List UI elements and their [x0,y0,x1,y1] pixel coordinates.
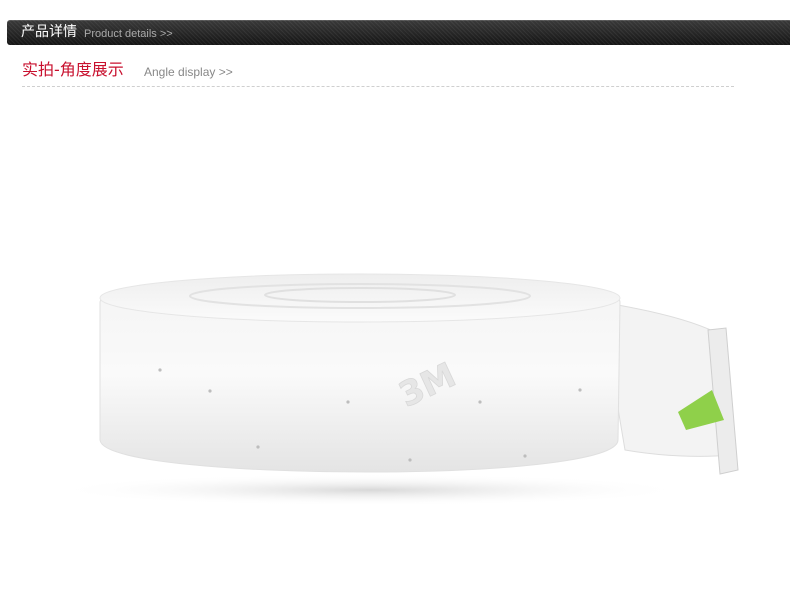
product-photo: 3M [50,273,739,506]
roll-shadow [50,474,690,506]
header-title-en: Product details >> [84,28,173,40]
section-title-en: Angle display >> [144,65,233,79]
section-divider [22,86,734,87]
roll-top [99,273,621,323]
product-details-header-bar: 产品详情 Product details >> [7,20,790,45]
section-title-cn: 实拍-角度展示 [22,60,124,79]
header-title-cn: 产品详情 [21,24,77,40]
